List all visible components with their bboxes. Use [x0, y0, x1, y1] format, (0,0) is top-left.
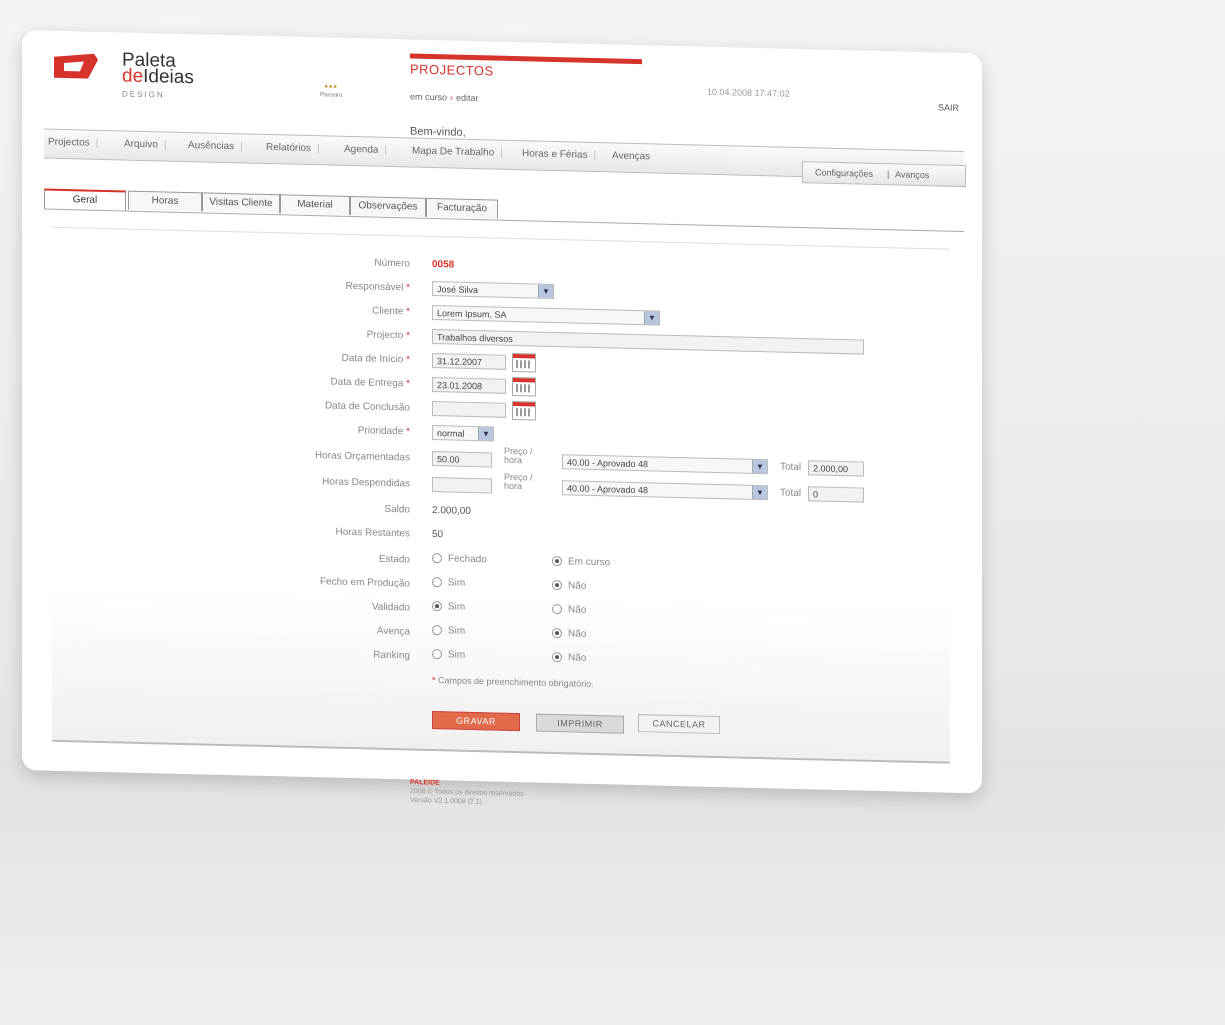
data-entrega-input[interactable]: 23.01.2008	[432, 377, 506, 394]
total-label: Total	[780, 461, 802, 474]
horas-despendidas-label: Horas Despendidas	[322, 476, 410, 490]
cliente-select[interactable]: Lorem Ipsum, SA ▼	[432, 305, 660, 326]
ranking-label: Ranking	[373, 649, 410, 662]
preco-hora-label: Preço / hora	[504, 445, 533, 466]
preco-hora-select[interactable]: 40.00 - Aprovado 48 ▼	[562, 454, 768, 475]
breadcrumb: em curso › editar	[410, 91, 479, 103]
tab-material[interactable]: Material	[280, 194, 350, 216]
datetime-display: 10.04.2008 17:47:02	[707, 86, 790, 99]
breadcrumb-separator: ›	[450, 92, 454, 103]
nav-item-arquivo[interactable]: Arquivo |	[124, 138, 167, 150]
chevron-down-icon: ▼	[644, 311, 659, 325]
responsavel-label: Responsável *	[345, 280, 411, 294]
projecto-input[interactable]: Trabalhos diversos	[432, 329, 864, 355]
nav-item-ausencias[interactable]: Ausências |	[188, 140, 243, 152]
prioridade-label: Prioridade *	[357, 425, 410, 438]
data-conclusao-label: Data de Conclusão	[324, 400, 410, 414]
nav-item-avancos[interactable]: Avanços	[895, 169, 929, 180]
logo-line2: deIdeias	[122, 65, 194, 89]
validado-sim-radio[interactable]: Sim	[432, 601, 465, 613]
estado-fechado-radio[interactable]: Fechado	[432, 553, 487, 565]
saldo-value: 2.000,00	[432, 505, 471, 517]
ranking-nao-radio[interactable]: Não	[552, 652, 586, 664]
total-input: 0	[808, 486, 864, 503]
tab-observacoes[interactable]: Observações	[350, 196, 426, 217]
avenca-nao-radio[interactable]: Não	[552, 628, 586, 640]
save-button[interactable]: GRAVAR	[432, 711, 520, 732]
horas-restantes-label: Horas Restantes	[335, 526, 410, 540]
validado-nao-radio[interactable]: Não	[552, 604, 586, 616]
avenca-label: Avença	[376, 625, 410, 638]
numero-value: 0058	[432, 259, 455, 271]
estado-label: Estado	[378, 553, 410, 566]
partner-logo: ▪▪▪ Parceiro	[320, 81, 343, 99]
project-form: Número 0058 Responsável * José Silva ▼ Cl…	[52, 226, 950, 764]
saldo-label: Saldo	[384, 503, 410, 516]
chevron-down-icon: ▼	[538, 284, 553, 298]
nav-item-mapa-trabalho[interactable]: Mapa De Trabalho |	[412, 146, 503, 159]
responsavel-select[interactable]: José Silva ▼	[432, 281, 554, 300]
required-note: * Campos de preenchimento obrigatório.	[432, 675, 594, 689]
data-entrega-label: Data de Entrega *	[330, 376, 410, 390]
tab-horas[interactable]: Horas	[128, 190, 202, 212]
nav-item-configuracoes[interactable]: Configurações	[815, 167, 873, 178]
total-label: Total	[780, 487, 802, 500]
chevron-down-icon: ▼	[478, 427, 493, 441]
horas-despendidas-input[interactable]	[432, 477, 492, 494]
tab-divider	[44, 208, 964, 233]
nav-separator: |	[887, 169, 890, 180]
breadcrumb-item: editar	[456, 92, 479, 104]
logo-line3: DESIGN	[122, 89, 165, 100]
tab-facturacao[interactable]: Facturação	[426, 197, 498, 219]
data-inicio-input[interactable]: 31.12.2007	[432, 353, 506, 370]
fecho-producao-sim-radio[interactable]: Sim	[432, 577, 465, 589]
prioridade-select[interactable]: normal ▼	[432, 425, 494, 442]
data-inicio-label: Data de Início *	[341, 352, 410, 366]
paleta-logo-icon	[54, 53, 98, 79]
partner-dots-icon: ▪▪▪	[324, 81, 338, 93]
chevron-down-icon: ▼	[752, 485, 767, 500]
chevron-down-icon: ▼	[752, 459, 767, 474]
calendar-icon[interactable]	[512, 400, 536, 421]
page-title: PROJECTOS	[410, 61, 494, 79]
preco-hora-select[interactable]: 40.00 - Aprovado 48 ▼	[562, 480, 768, 501]
footer: PALEIDE 2008 © Todos os direitos reserva…	[410, 778, 524, 808]
horas-orcamentadas-input[interactable]: 50.00	[432, 451, 492, 468]
tab-geral[interactable]: Geral	[44, 188, 126, 211]
nav-item-agenda[interactable]: Agenda |	[344, 144, 387, 156]
logo-wordmark: Paleta deIdeias DESIGN	[122, 49, 194, 104]
cancel-button[interactable]: CANCELAR	[638, 714, 720, 735]
calendar-icon[interactable]	[512, 352, 536, 373]
total-input: 2.000,00	[808, 460, 864, 477]
logout-link[interactable]: SAIR	[938, 102, 959, 113]
validado-label: Validado	[371, 601, 410, 614]
ranking-sim-radio[interactable]: Sim	[432, 649, 465, 661]
horas-orcamentadas-label: Horas Orçamentadas	[314, 450, 410, 464]
nav-item-avencas[interactable]: Avenças	[612, 150, 650, 162]
app-window: Paleta deIdeias DESIGN ▪▪▪ Parceiro PROJ…	[22, 30, 982, 794]
print-button[interactable]: IMPRIMIR	[536, 713, 624, 734]
avenca-sim-radio[interactable]: Sim	[432, 625, 465, 637]
estado-em-curso-radio[interactable]: Em curso	[552, 556, 610, 568]
nav-item-relatorios[interactable]: Relatórios |	[266, 142, 320, 154]
calendar-icon[interactable]	[512, 376, 536, 397]
preco-hora-label: Preço / hora	[504, 471, 533, 492]
projecto-label: Projecto *	[366, 329, 410, 342]
fecho-producao-label: Fecho em Produção	[319, 576, 410, 590]
breadcrumb-item[interactable]: em curso	[410, 91, 447, 102]
background-floor	[0, 760, 1225, 1025]
nav-item-horas-ferias[interactable]: Horas e Férias |	[522, 148, 596, 161]
nav-item-projectos[interactable]: Projectos |	[48, 137, 98, 149]
tab-visitas-cliente[interactable]: Visitas Cliente	[202, 192, 280, 214]
cliente-label: Cliente *	[372, 305, 410, 318]
horas-restantes-value: 50	[432, 529, 444, 541]
data-conclusao-input[interactable]	[432, 401, 506, 418]
fecho-producao-nao-radio[interactable]: Não	[552, 580, 586, 592]
secondary-nav: Configurações | Avanços	[802, 161, 966, 188]
numero-label: Número	[374, 257, 410, 270]
